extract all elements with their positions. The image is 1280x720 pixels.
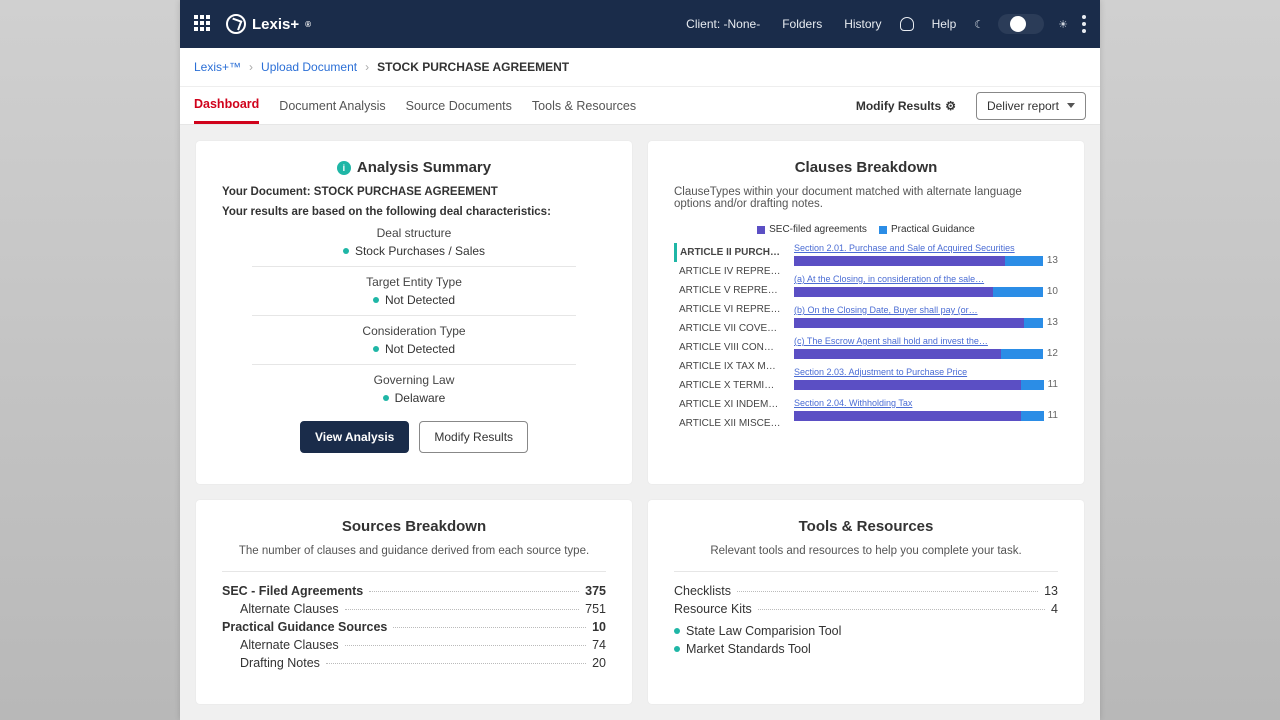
sun-icon: ☀ bbox=[1058, 18, 1068, 31]
notifications-icon[interactable] bbox=[900, 17, 914, 31]
characteristic-value: Delaware bbox=[222, 391, 606, 405]
article-item[interactable]: ARTICLE V REPRES… bbox=[674, 281, 784, 300]
article-list: ARTICLE II PURCH…ARTICLE IV REPRE…ARTICL… bbox=[674, 243, 784, 433]
settings-icon: ⚙ bbox=[945, 99, 956, 113]
tab-dashboard[interactable]: Dashboard bbox=[194, 87, 259, 124]
modify-results-link[interactable]: Modify Results ⚙ bbox=[856, 99, 956, 113]
breadcrumb: Lexis+™ › Upload Document › STOCK PURCHA… bbox=[180, 48, 1100, 87]
tab-source-documents[interactable]: Source Documents bbox=[406, 89, 512, 123]
legend-swatch-pg bbox=[879, 226, 887, 234]
logo-icon bbox=[226, 14, 246, 34]
chart-bar-row: Section 2.04. Withholding Tax 11 bbox=[794, 398, 1058, 421]
tab-tools-resources[interactable]: Tools & Resources bbox=[532, 89, 636, 123]
chart-bar-value: 12 bbox=[1047, 348, 1058, 359]
clauses-breakdown-title: Clauses Breakdown bbox=[674, 159, 1058, 176]
characteristic-label: Governing Law bbox=[222, 373, 606, 387]
sources-row[interactable]: Alternate Clauses751 bbox=[222, 602, 606, 616]
chart-bar-value: 11 bbox=[1048, 379, 1058, 390]
sources-row[interactable]: Alternate Clauses74 bbox=[222, 638, 606, 652]
sources-row[interactable]: Drafting Notes20 bbox=[222, 656, 606, 670]
chart-legend: SEC-filed agreements Practical Guidance bbox=[674, 224, 1058, 235]
tools-resources-card: Tools & Resources Relevant tools and res… bbox=[648, 500, 1084, 705]
brand-name: Lexis+ bbox=[252, 16, 299, 33]
theme-toggle[interactable] bbox=[998, 14, 1044, 34]
article-item[interactable]: ARTICLE IV REPRE… bbox=[674, 262, 784, 281]
chart-bar-value: 11 bbox=[1048, 410, 1058, 421]
article-item[interactable]: ARTICLE X TERMI… bbox=[674, 376, 784, 395]
chart-bar-value: 13 bbox=[1047, 317, 1058, 328]
analysis-summary-card: i Analysis Summary Your Document: STOCK … bbox=[196, 141, 632, 484]
sources-breakdown-title: Sources Breakdown bbox=[222, 518, 606, 535]
chart-bar-label[interactable]: Section 2.01. Purchase and Sale of Acqui… bbox=[794, 243, 1058, 253]
breadcrumb-current: STOCK PURCHASE AGREEMENT bbox=[377, 60, 569, 74]
tab-row: Dashboard Document Analysis Source Docum… bbox=[180, 87, 1100, 125]
tools-resources-desc: Relevant tools and resources to help you… bbox=[674, 545, 1058, 557]
your-document-line: Your Document: STOCK PURCHASE AGREEMENT bbox=[222, 186, 606, 198]
chart-bar-label[interactable]: (b) On the Closing Date, Buyer shall pay… bbox=[794, 305, 1058, 315]
tab-document-analysis[interactable]: Document Analysis bbox=[279, 89, 385, 123]
folders-link[interactable]: Folders bbox=[778, 13, 826, 35]
info-icon: i bbox=[337, 161, 351, 175]
apps-icon[interactable] bbox=[194, 15, 212, 33]
characteristic-value: Stock Purchases / Sales bbox=[222, 244, 606, 258]
deliver-report-button[interactable]: Deliver report bbox=[976, 92, 1086, 120]
analysis-summary-title: i Analysis Summary bbox=[222, 159, 606, 176]
history-link[interactable]: History bbox=[840, 13, 885, 35]
chart-bar-row: (b) On the Closing Date, Buyer shall pay… bbox=[794, 305, 1058, 328]
legend-swatch-sec bbox=[757, 226, 765, 234]
article-item[interactable]: ARTICLE VI REPRE… bbox=[674, 300, 784, 319]
tools-row[interactable]: Checklists13 bbox=[674, 584, 1058, 598]
characteristic-label: Consideration Type bbox=[222, 324, 606, 338]
characteristic-label: Deal structure bbox=[222, 226, 606, 240]
help-link[interactable]: Help bbox=[928, 13, 961, 35]
characteristic-value: Not Detected bbox=[222, 342, 606, 356]
chart-bar-label[interactable]: (c) The Escrow Agent shall hold and inve… bbox=[794, 336, 1058, 346]
article-item[interactable]: ARTICLE II PURCH… bbox=[674, 243, 784, 262]
tool-link[interactable]: State Law Comparision Tool bbox=[674, 624, 1058, 638]
chart-bar-row: Section 2.01. Purchase and Sale of Acqui… bbox=[794, 243, 1058, 266]
chart-bar-label[interactable]: Section 2.03. Adjustment to Purchase Pri… bbox=[794, 367, 1058, 377]
based-on-line: Your results are based on the following … bbox=[222, 206, 606, 218]
sources-row[interactable]: SEC - Filed Agreements375 bbox=[222, 584, 606, 598]
sources-breakdown-card: Sources Breakdown The number of clauses … bbox=[196, 500, 632, 705]
chart-bar-row: (c) The Escrow Agent shall hold and inve… bbox=[794, 336, 1058, 359]
chart-bar-row: Section 2.03. Adjustment to Purchase Pri… bbox=[794, 367, 1058, 390]
brand-logo[interactable]: Lexis+ ® bbox=[226, 14, 311, 34]
article-item[interactable]: ARTICLE VII COVE… bbox=[674, 319, 784, 338]
chart-bar-value: 10 bbox=[1047, 286, 1058, 297]
view-analysis-button[interactable]: View Analysis bbox=[300, 421, 409, 453]
chart-bar-label[interactable]: Section 2.04. Withholding Tax bbox=[794, 398, 1058, 408]
tools-resources-title: Tools & Resources bbox=[674, 518, 1058, 535]
sources-breakdown-desc: The number of clauses and guidance deriv… bbox=[222, 545, 606, 557]
article-item[interactable]: ARTICLE XI INDEM… bbox=[674, 395, 784, 414]
clauses-breakdown-card: Clauses Breakdown ClauseTypes within you… bbox=[648, 141, 1084, 484]
article-item[interactable]: ARTICLE XII MISCE… bbox=[674, 414, 784, 433]
characteristic-value: Not Detected bbox=[222, 293, 606, 307]
topbar: Lexis+ ® Client: -None- Folders History … bbox=[180, 0, 1100, 48]
dashboard-main: i Analysis Summary Your Document: STOCK … bbox=[180, 125, 1100, 720]
tool-link[interactable]: Market Standards Tool bbox=[674, 642, 1058, 656]
more-menu-icon[interactable] bbox=[1082, 15, 1086, 33]
breadcrumb-root[interactable]: Lexis+™ bbox=[194, 60, 241, 74]
clauses-breakdown-desc: ClauseTypes within your document matched… bbox=[674, 186, 1058, 210]
clauses-chart: Section 2.01. Purchase and Sale of Acqui… bbox=[794, 243, 1058, 433]
chart-bar-label[interactable]: (a) At the Closing, in consideration of … bbox=[794, 274, 1058, 284]
moon-icon: ☾ bbox=[974, 18, 984, 31]
chevron-down-icon bbox=[1067, 103, 1075, 108]
article-item[interactable]: ARTICLE VIII CON… bbox=[674, 338, 784, 357]
breadcrumb-mid[interactable]: Upload Document bbox=[261, 60, 357, 74]
article-item[interactable]: ARTICLE IX TAX M… bbox=[674, 357, 784, 376]
sources-row[interactable]: Practical Guidance Sources10 bbox=[222, 620, 606, 634]
client-selector[interactable]: Client: -None- bbox=[682, 13, 764, 35]
tools-row[interactable]: Resource Kits4 bbox=[674, 602, 1058, 616]
chart-bar-value: 13 bbox=[1047, 255, 1058, 266]
modify-results-button[interactable]: Modify Results bbox=[419, 421, 528, 453]
chart-bar-row: (a) At the Closing, in consideration of … bbox=[794, 274, 1058, 297]
characteristic-label: Target Entity Type bbox=[222, 275, 606, 289]
